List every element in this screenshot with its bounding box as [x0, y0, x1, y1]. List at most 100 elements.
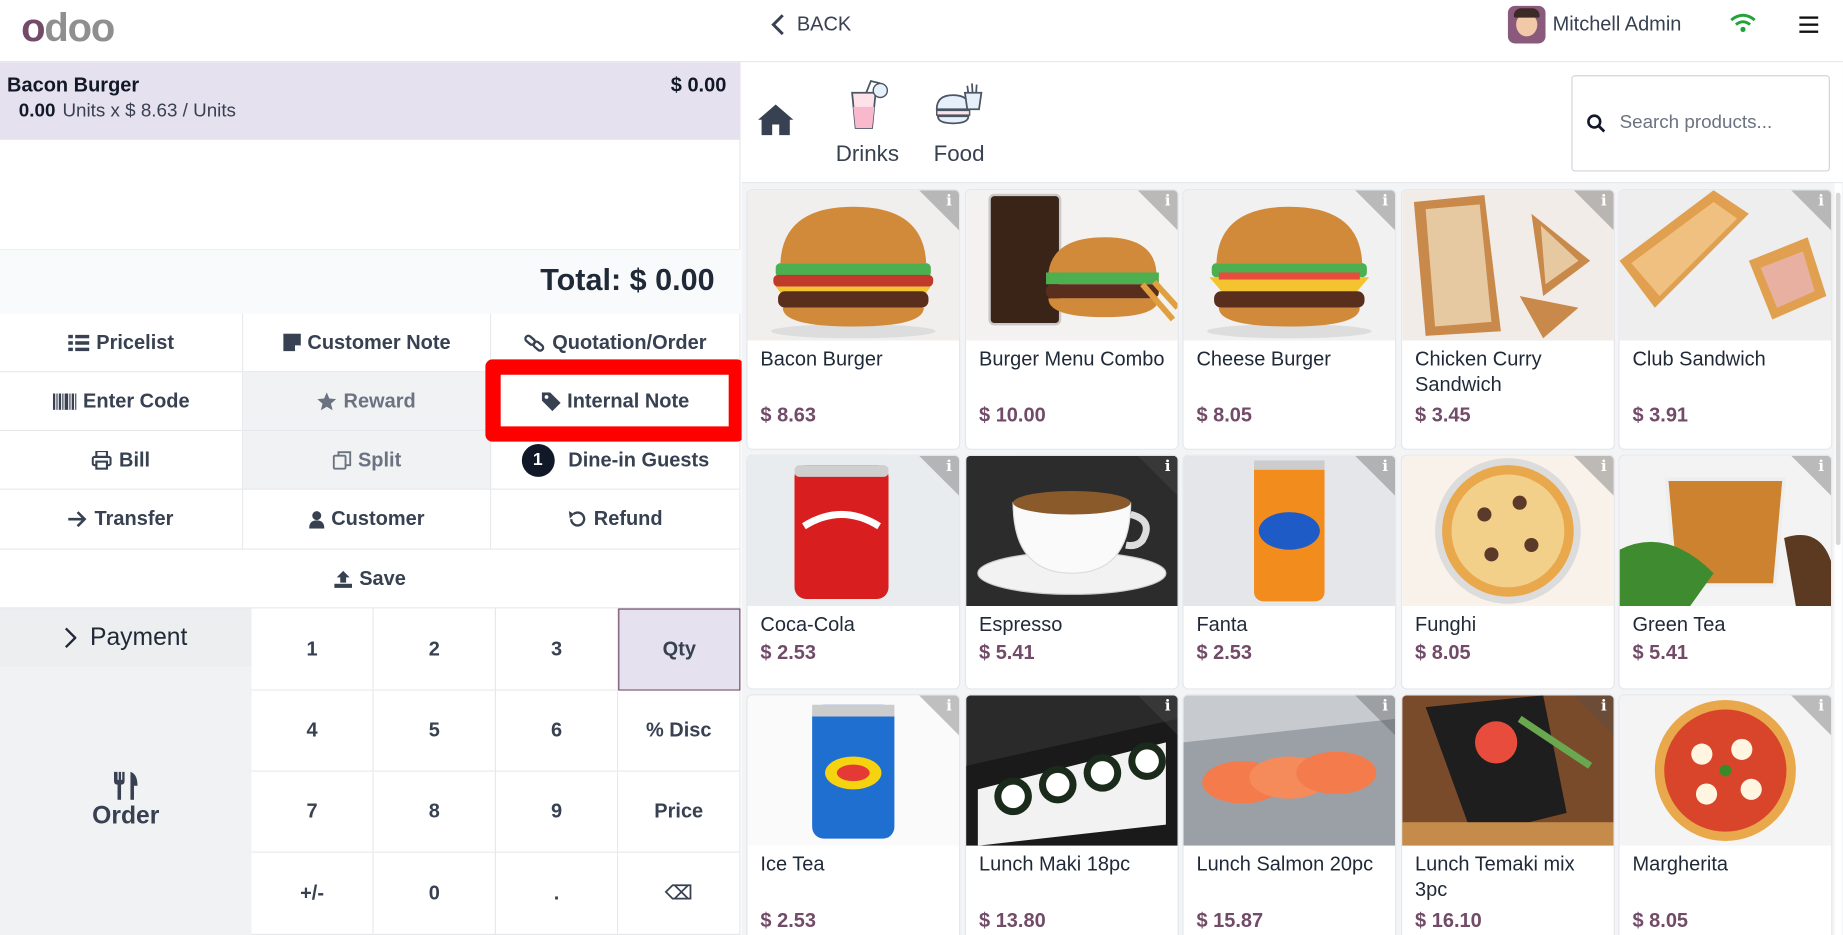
search-input[interactable] [1619, 112, 1808, 134]
product-card-green-tea[interactable]: i Green Tea $ 5.41 [1619, 455, 1832, 689]
enter-code-label: Enter Code [83, 389, 190, 412]
info-icon[interactable]: i [1165, 458, 1171, 476]
user-menu[interactable]: Mitchell Admin [1507, 5, 1681, 44]
info-icon[interactable]: i [946, 193, 952, 211]
product-name: Margherita [1632, 852, 1729, 876]
customer-button[interactable]: Customer [243, 489, 492, 550]
dine-in-guests-button[interactable]: 1 Dine-in Guests [491, 431, 741, 490]
category-drinks[interactable]: Drinks [826, 79, 908, 173]
product-card-lunch-salmon-20pc[interactable]: i Lunch Salmon 20pc $ 15.87 [1183, 695, 1396, 935]
price-button[interactable]: Price [618, 771, 741, 853]
product-card-funghi[interactable]: i Funghi $ 8.05 [1402, 455, 1614, 689]
printer-icon [91, 450, 112, 470]
product-info-corner [1355, 190, 1396, 231]
product-card-coca-cola[interactable]: i Coca-Cola $ 2.53 [747, 455, 960, 689]
product-card-cheese-burger[interactable]: i Cheese Burger $ 8.05 [1183, 190, 1396, 449]
order-button[interactable]: Order [0, 667, 252, 935]
key-5[interactable]: 5 [373, 690, 496, 772]
product-card-ice-tea[interactable]: i Ice Tea $ 2.53 [747, 695, 960, 935]
product-info-corner [1573, 455, 1614, 496]
info-icon[interactable]: i [1165, 698, 1171, 716]
product-price: $ 13.80 [979, 909, 1046, 932]
transfer-button[interactable]: Transfer [0, 489, 244, 550]
product-card-club-sandwich[interactable]: i Club Sandwich $ 3.91 [1619, 190, 1832, 449]
product-scrollbar[interactable] [1834, 183, 1842, 935]
qty-button[interactable]: Qty [618, 608, 741, 691]
bill-button[interactable]: Bill [0, 431, 244, 490]
product-card-lunch-maki-18pc[interactable]: i Lunch Maki 18pc $ 13.80 [966, 695, 1178, 935]
product-info-corner [1355, 455, 1396, 496]
odoo-logo[interactable]: o doo [21, 5, 115, 52]
customer-note-button[interactable]: Customer Note [243, 313, 492, 373]
key-9[interactable]: 9 [495, 771, 619, 853]
save-label: Save [359, 566, 406, 590]
key-0[interactable]: 0 [373, 852, 496, 935]
info-icon[interactable]: i [1382, 193, 1388, 211]
product-card-chicken-curry-sandwich[interactable]: i Chicken Curry Sandwich $ 3.45 [1402, 190, 1614, 449]
reward-button[interactable]: Reward [243, 372, 492, 432]
hamburger-menu-icon[interactable] [1799, 16, 1819, 33]
quotation-order-button[interactable]: Quotation/Order [491, 313, 741, 373]
info-icon[interactable]: i [1818, 698, 1824, 716]
product-info-corner [1791, 695, 1832, 736]
order-line[interactable]: Bacon Burger $ 0.00 0.00 Units x $ 8.63 /… [0, 62, 741, 140]
info-icon[interactable]: i [946, 698, 952, 716]
key-2[interactable]: 2 [373, 608, 496, 691]
search-icon [1587, 114, 1606, 133]
order-line-qty: 0.00 [18, 101, 56, 121]
refund-button[interactable]: Refund [491, 489, 741, 550]
list-icon [68, 334, 90, 351]
key-4[interactable]: 4 [251, 690, 374, 772]
key-7[interactable]: 7 [251, 771, 374, 853]
category-drinks-label: Drinks [835, 142, 900, 167]
product-price: $ 5.41 [979, 641, 1035, 664]
wifi-icon [1730, 13, 1756, 32]
info-icon[interactable]: i [1382, 698, 1388, 716]
tag-icon [541, 391, 561, 411]
info-icon[interactable]: i [946, 458, 952, 476]
home-icon[interactable] [757, 103, 795, 136]
plus-minus-button[interactable]: +/- [251, 852, 374, 935]
product-price: $ 16.10 [1415, 909, 1482, 932]
discount-button[interactable]: % Disc [618, 690, 741, 772]
key-8[interactable]: 8 [373, 771, 496, 853]
info-icon[interactable]: i [1601, 698, 1607, 716]
backspace-button[interactable]: ⌫ [618, 852, 741, 935]
key-3[interactable]: 3 [495, 608, 619, 691]
enter-code-button[interactable]: Enter Code [0, 372, 244, 432]
product-card-margherita[interactable]: i Margherita $ 8.05 [1619, 695, 1832, 935]
split-button[interactable]: Split [243, 431, 492, 490]
internal-note-button[interactable]: Internal Note [491, 372, 741, 432]
product-card-bacon-burger[interactable]: i Bacon Burger $ 8.63 [747, 190, 960, 449]
key-1[interactable]: 1 [251, 608, 374, 691]
copy-icon [332, 450, 351, 470]
info-icon[interactable]: i [1382, 458, 1388, 476]
product-card-burger-menu-combo[interactable]: i Burger Menu Combo $ 10.00 [966, 190, 1178, 449]
product-card-espresso[interactable]: i Espresso $ 5.41 [966, 455, 1178, 689]
scrollbar-thumb[interactable] [1835, 192, 1841, 546]
info-icon[interactable]: i [1601, 458, 1607, 476]
info-icon[interactable]: i [1818, 458, 1824, 476]
product-name: Lunch Temaki mix 3pc [1415, 852, 1575, 901]
reward-label: Reward [343, 389, 416, 412]
search-box[interactable] [1571, 75, 1830, 172]
product-price: $ 2.53 [1196, 641, 1253, 664]
product-card-fanta[interactable]: i Fanta $ 2.53 [1183, 455, 1396, 689]
pricelist-button[interactable]: Pricelist [0, 313, 244, 373]
product-price: $ 8.63 [760, 404, 816, 427]
key-6[interactable]: 6 [495, 690, 619, 772]
decimal-button[interactable]: . [495, 852, 619, 935]
bill-label: Bill [119, 448, 151, 471]
avatar [1507, 5, 1546, 44]
info-icon[interactable]: i [1818, 193, 1824, 211]
info-icon[interactable]: i [1601, 193, 1607, 211]
save-button[interactable]: Save [0, 549, 741, 609]
pricelist-label: Pricelist [96, 330, 175, 353]
product-name: Burger Menu Combo [979, 347, 1165, 370]
payment-button[interactable]: Payment [0, 608, 252, 668]
info-icon[interactable]: i [1165, 193, 1171, 211]
category-food[interactable]: Food [918, 79, 1000, 173]
product-name: Ice Tea [760, 852, 825, 876]
product-card-lunch-temaki-mix-3pc[interactable]: i Lunch Temaki mix 3pc $ 16.10 [1402, 695, 1614, 935]
back-button[interactable]: BACK [771, 12, 851, 38]
